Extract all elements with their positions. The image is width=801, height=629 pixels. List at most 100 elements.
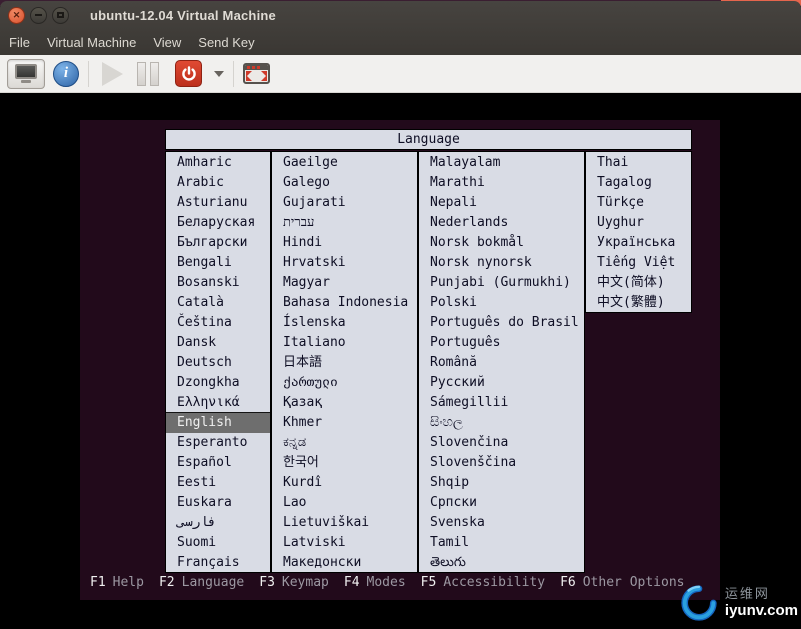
language-option[interactable]: Galego <box>272 173 417 193</box>
language-option[interactable]: Magyar <box>272 273 417 293</box>
language-option[interactable]: 한국어 <box>272 453 417 473</box>
language-option[interactable]: Íslenska <box>272 313 417 333</box>
language-option[interactable]: Slovenščina <box>419 453 584 473</box>
machine-info-button[interactable]: i <box>53 61 79 87</box>
language-option[interactable]: Ελληνικά <box>166 393 270 413</box>
language-option[interactable]: 中文(简体) <box>586 273 691 293</box>
fullscreen-button[interactable] <box>243 63 270 84</box>
language-option[interactable]: Türkçe <box>586 193 691 213</box>
installer-screen: Language AmharicArabicAsturianuБеларуска… <box>80 120 720 600</box>
function-key-item[interactable]: F2Language <box>159 575 244 590</box>
menu-item[interactable]: File <box>9 35 30 50</box>
pause-icon <box>150 62 159 86</box>
language-option[interactable]: Punjabi (Gurmukhi) <box>419 273 584 293</box>
fullscreen-icon <box>245 65 268 70</box>
menu-item[interactable]: Virtual Machine <box>47 35 136 50</box>
run-button[interactable] <box>102 62 123 86</box>
language-option[interactable]: Português do Brasil <box>419 313 584 333</box>
function-key-item[interactable]: F4Modes <box>344 575 406 590</box>
language-option[interactable]: Русский <box>419 373 584 393</box>
language-option[interactable]: Khmer <box>272 413 417 433</box>
toolbar-separator <box>233 61 234 87</box>
function-key-item[interactable]: F1Help <box>90 575 144 590</box>
function-key-item[interactable]: F3Keymap <box>259 575 329 590</box>
language-option[interactable]: Tiếng Việt <box>586 253 691 273</box>
language-option[interactable]: Italiano <box>272 333 417 353</box>
language-option[interactable]: Қазақ <box>272 393 417 413</box>
language-option[interactable]: Македонски <box>272 553 417 573</box>
maximize-button[interactable] <box>52 7 69 24</box>
language-option[interactable]: Suomi <box>166 533 270 553</box>
window-title: ubuntu-12.04 Virtual Machine <box>90 8 276 23</box>
console-view-button[interactable] <box>7 59 45 89</box>
language-option[interactable]: తెలుగు <box>419 553 584 573</box>
language-option[interactable]: Nepali <box>419 193 584 213</box>
language-option[interactable]: Hindi <box>272 233 417 253</box>
language-option[interactable]: ქართული <box>272 373 417 393</box>
language-option[interactable]: Deutsch <box>166 353 270 373</box>
language-option[interactable]: Gaeilge <box>272 153 417 173</box>
language-option[interactable]: Tagalog <box>586 173 691 193</box>
titlebar: ✕ ubuntu-12.04 Virtual Machine <box>0 1 801 29</box>
language-option[interactable]: ಕನ್ನಡ <box>272 433 417 453</box>
language-option[interactable]: Português <box>419 333 584 353</box>
language-option[interactable]: Esperanto <box>166 433 270 453</box>
language-option[interactable]: 日本語 <box>272 353 417 373</box>
language-option[interactable]: Marathi <box>419 173 584 193</box>
pause-button[interactable] <box>137 62 159 86</box>
language-option[interactable]: Bengali <box>166 253 270 273</box>
language-option[interactable]: Arabic <box>166 173 270 193</box>
language-option[interactable]: Hrvatski <box>272 253 417 273</box>
language-option[interactable]: Uyghur <box>586 213 691 233</box>
power-off-button[interactable] <box>175 60 202 87</box>
power-icon <box>181 66 197 82</box>
language-option[interactable]: Amharic <box>166 153 270 173</box>
language-option[interactable]: Malayalam <box>419 153 584 173</box>
language-option[interactable]: Kurdî <box>272 473 417 493</box>
minimize-button[interactable] <box>30 7 47 24</box>
toolbar: i <box>0 55 801 93</box>
language-option[interactable]: Dzongkha <box>166 373 270 393</box>
language-option[interactable]: Asturianu <box>166 193 270 213</box>
language-option[interactable]: فارسى <box>166 513 270 533</box>
function-key-item[interactable]: F6Other Options <box>560 575 684 590</box>
language-option[interactable]: Čeština <box>166 313 270 333</box>
language-option[interactable]: Eesti <box>166 473 270 493</box>
language-option[interactable]: Lao <box>272 493 417 513</box>
language-option[interactable]: Shqip <box>419 473 584 493</box>
language-option[interactable]: Gujarati <box>272 193 417 213</box>
menu-item[interactable]: Send Key <box>198 35 254 50</box>
language-option[interactable]: עברית <box>272 213 417 233</box>
language-option[interactable]: Български <box>166 233 270 253</box>
language-option[interactable]: Latviski <box>272 533 417 553</box>
watermark-cn-name: 运维网 <box>725 587 798 602</box>
language-option[interactable]: Українська <box>586 233 691 253</box>
language-option[interactable]: Lietuviškai <box>272 513 417 533</box>
language-option[interactable]: සිංහල <box>419 413 584 433</box>
language-option[interactable]: Euskara <box>166 493 270 513</box>
power-options-dropdown[interactable] <box>214 71 224 77</box>
language-option[interactable]: Беларуская <box>166 213 270 233</box>
language-option[interactable]: Bahasa Indonesia <box>272 293 417 313</box>
language-option[interactable]: Français <box>166 553 270 573</box>
language-option[interactable]: English <box>166 413 270 433</box>
language-option[interactable]: Español <box>166 453 270 473</box>
language-option[interactable]: 中文(繁體) <box>586 293 691 313</box>
language-option[interactable]: Dansk <box>166 333 270 353</box>
language-option[interactable]: Română <box>419 353 584 373</box>
language-option[interactable]: Bosanski <box>166 273 270 293</box>
language-option[interactable]: Slovenčina <box>419 433 584 453</box>
language-option[interactable]: Thai <box>586 153 691 173</box>
language-option[interactable]: Sámegillii <box>419 393 584 413</box>
language-option[interactable]: Српски <box>419 493 584 513</box>
language-option[interactable]: Norsk nynorsk <box>419 253 584 273</box>
language-option[interactable]: Tamil <box>419 533 584 553</box>
language-option[interactable]: Català <box>166 293 270 313</box>
language-option[interactable]: Norsk bokmål <box>419 233 584 253</box>
close-button[interactable]: ✕ <box>8 7 25 24</box>
language-option[interactable]: Nederlands <box>419 213 584 233</box>
language-option[interactable]: Svenska <box>419 513 584 533</box>
menu-item[interactable]: View <box>153 35 181 50</box>
language-option[interactable]: Polski <box>419 293 584 313</box>
function-key-item[interactable]: F5Accessibility <box>421 575 545 590</box>
